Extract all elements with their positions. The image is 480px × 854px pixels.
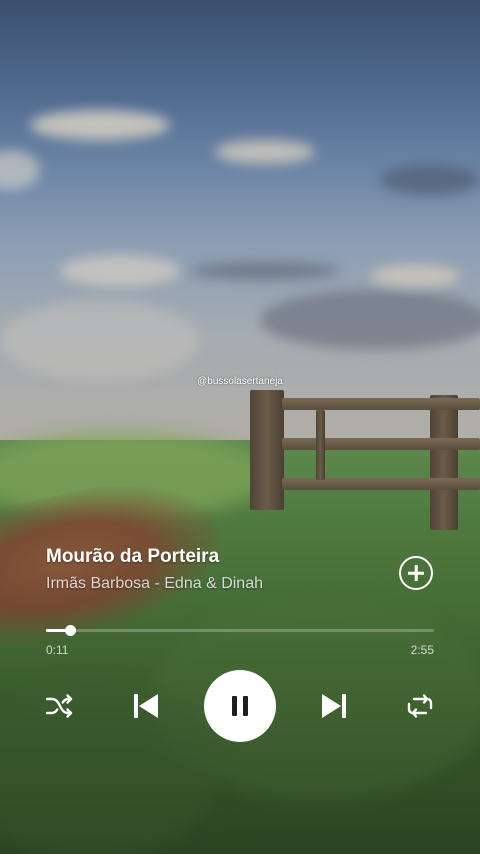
cloud	[260, 290, 480, 350]
skip-next-icon	[322, 694, 346, 718]
skip-previous-icon	[134, 694, 158, 718]
gate-rail	[282, 438, 480, 450]
repeat-icon	[407, 694, 433, 718]
progress-bar[interactable]	[46, 625, 434, 636]
gate-brace	[316, 410, 325, 480]
cloud	[215, 140, 315, 164]
track-title: Mourão da Porteira	[46, 546, 220, 567]
previous-button[interactable]	[128, 688, 164, 724]
gate-rail	[282, 398, 480, 410]
elapsed-time: 0:11	[46, 643, 69, 657]
next-button[interactable]	[316, 688, 352, 724]
cloud	[60, 255, 180, 287]
cloud	[380, 165, 480, 195]
cloud	[370, 265, 460, 287]
gate-post	[430, 395, 458, 530]
total-time: 2:55	[410, 643, 434, 657]
repeat-button[interactable]	[405, 692, 435, 720]
shuffle-icon	[45, 694, 73, 718]
watermark: @bussolasertaneja	[197, 376, 283, 387]
cloud	[0, 300, 200, 380]
pause-icon	[232, 696, 248, 716]
cloud	[190, 262, 340, 280]
track-artist[interactable]: Irmãs Barbosa - Edna & Dinah	[46, 575, 263, 593]
gate-post	[250, 390, 284, 510]
pause-button[interactable]	[204, 670, 276, 742]
gate-rail	[282, 478, 480, 490]
cloud	[30, 110, 170, 140]
add-icon[interactable]	[399, 556, 433, 590]
shuffle-button[interactable]	[44, 692, 74, 720]
